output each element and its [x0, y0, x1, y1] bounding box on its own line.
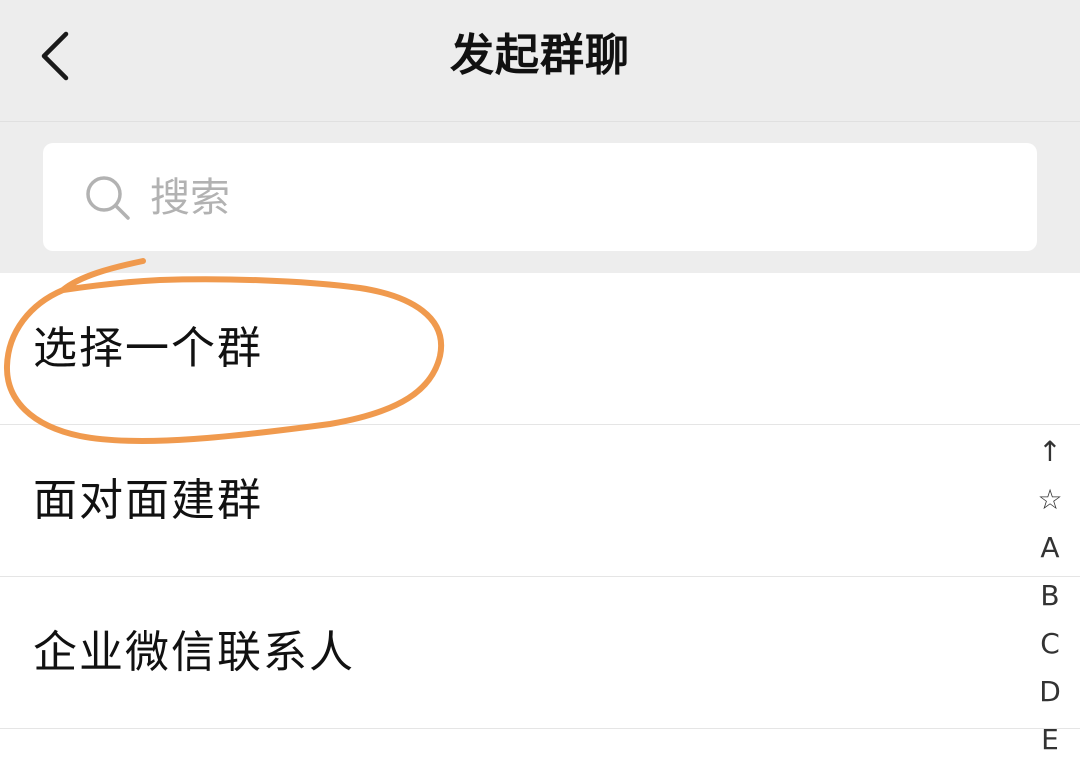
menu-item-select-group[interactable]: 选择一个群	[0, 273, 1080, 425]
index-e[interactable]: E	[1020, 716, 1080, 764]
index-top[interactable]: ↑	[1020, 428, 1080, 476]
alphabet-index-bar[interactable]: ↑ ☆ A B C D E	[1020, 428, 1080, 764]
search-icon	[84, 174, 132, 222]
menu-item-enterprise-contacts[interactable]: 企业微信联系人	[0, 577, 1080, 729]
menu-item-face-to-face[interactable]: 面对面建群	[0, 425, 1080, 577]
menu-item-label: 面对面建群	[33, 475, 263, 526]
index-d[interactable]: D	[1020, 668, 1080, 716]
index-c[interactable]: C	[1020, 620, 1080, 668]
search-input[interactable]	[150, 170, 950, 226]
menu-item-label: 选择一个群	[33, 323, 263, 374]
page-title: 发起群聊	[450, 30, 630, 81]
index-star[interactable]: ☆	[1020, 476, 1080, 524]
index-a[interactable]: A	[1020, 524, 1080, 572]
index-b[interactable]: B	[1020, 572, 1080, 620]
navigation-bar: 发起群聊	[0, 0, 1080, 122]
divider	[0, 728, 1080, 729]
menu-item-label: 企业微信联系人	[33, 627, 355, 678]
